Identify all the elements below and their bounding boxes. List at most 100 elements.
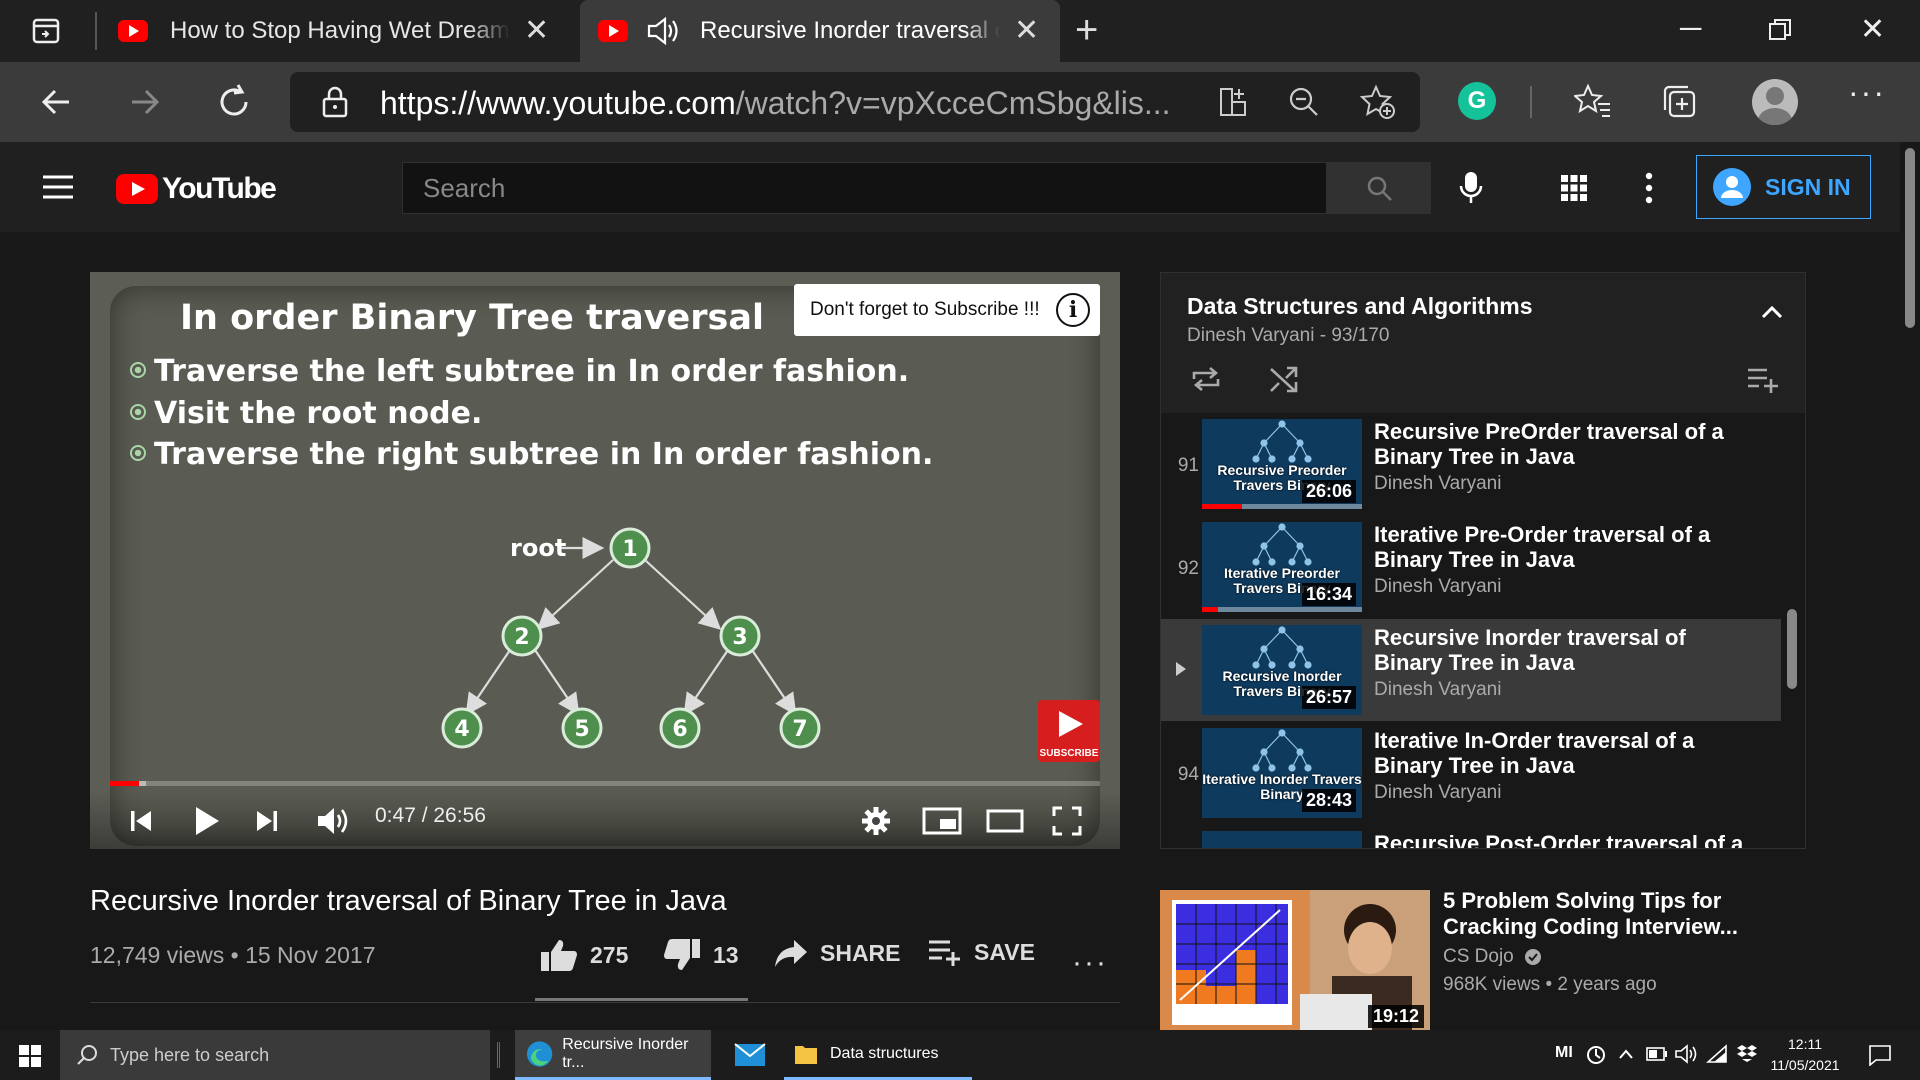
- playlist-item-title[interactable]: Recursive Post-Order traversal of a: [1374, 831, 1744, 848]
- taskbar-app-explorer[interactable]: Data structures: [784, 1030, 972, 1080]
- duration-badge: 16:34: [1301, 583, 1356, 606]
- add-favorite-icon[interactable]: [1360, 84, 1396, 120]
- dislike-button[interactable]: 13: [663, 938, 739, 972]
- play-button-icon[interactable]: [194, 806, 220, 836]
- playlist-item[interactable]: 92 Iterative Preorder Travers Binary 16:…: [1161, 516, 1781, 618]
- zoom-out-icon[interactable]: [1288, 86, 1320, 118]
- url-text[interactable]: https://www.youtube.com/watch?v=vpXcceCm…: [380, 85, 1171, 122]
- settings-more-icon[interactable]: ···: [1848, 74, 1886, 111]
- youtube-logo[interactable]: YouTube: [116, 172, 277, 206]
- playlist-item-thumbnail[interactable]: Recursive Inorder Travers Binary 26:57: [1202, 625, 1362, 715]
- playlist-item-title[interactable]: Iterative In-Order traversal of a Binary…: [1374, 728, 1744, 778]
- microphone-icon[interactable]: [1458, 170, 1484, 206]
- progress-bar[interactable]: [110, 781, 1100, 786]
- playlist-item-thumbnail[interactable]: [1202, 831, 1362, 848]
- recommendation-title[interactable]: 5 Problem Solving Tips for Cracking Codi…: [1443, 888, 1773, 940]
- playlist-item-title[interactable]: Recursive PreOrder traversal of a Binary…: [1374, 419, 1744, 469]
- thumbnail-progress-track: [1202, 607, 1362, 612]
- new-tab-button[interactable]: +: [1075, 10, 1098, 50]
- refresh-icon[interactable]: [212, 80, 256, 124]
- playlist-options-icon[interactable]: [1747, 367, 1781, 393]
- tab-actions-icon[interactable]: [30, 14, 64, 48]
- view-count-date: 12,749 views • 15 Nov 2017: [90, 942, 376, 968]
- save-button[interactable]: SAVE: [928, 938, 1035, 966]
- info-icon[interactable]: i: [1056, 293, 1090, 327]
- dropbox-icon[interactable]: [1736, 1044, 1758, 1064]
- close-tab-icon[interactable]: ✕: [1014, 16, 1039, 46]
- youtube-favicon-icon: [118, 20, 148, 42]
- volume-icon[interactable]: [316, 806, 352, 836]
- lock-icon[interactable]: [320, 85, 350, 119]
- taskbar-search-box[interactable]: Type here to search: [60, 1030, 490, 1080]
- search-button[interactable]: [1327, 162, 1431, 214]
- recommendation-channel[interactable]: CS Dojo: [1443, 946, 1542, 968]
- more-actions-icon[interactable]: ···: [1072, 946, 1108, 980]
- previous-icon[interactable]: [130, 810, 152, 832]
- tab-audio-icon[interactable]: [646, 16, 680, 46]
- playlist-item-title[interactable]: Recursive Inorder traversal of Binary Tr…: [1374, 625, 1744, 675]
- recommendation-thumbnail[interactable]: 19:12: [1160, 890, 1430, 1032]
- more-options-icon[interactable]: [1644, 172, 1654, 204]
- subscribe-reminder-card[interactable]: Don't forget to Subscribe !!! i: [794, 284, 1100, 336]
- windows-start-icon[interactable]: [19, 1045, 41, 1067]
- apps-grid-icon[interactable]: [1560, 174, 1588, 202]
- subscribe-watermark-button[interactable]: SUBSCRIBE: [1038, 700, 1100, 762]
- address-bar[interactable]: https://www.youtube.com/watch?v=vpXcceCm…: [290, 72, 1420, 132]
- apps-add-icon[interactable]: [1218, 86, 1250, 118]
- tab-inorder-traversal[interactable]: Recursive Inorder traversal of Binary Tr…: [580, 0, 1060, 62]
- favorites-icon[interactable]: [1574, 82, 1614, 122]
- next-icon[interactable]: [256, 810, 278, 832]
- profile-avatar[interactable]: [1752, 79, 1798, 125]
- wifi-icon[interactable]: [1706, 1044, 1728, 1064]
- taskbar-app-edge[interactable]: Recursive Inorder tr...: [515, 1030, 711, 1080]
- page-scrollbar-thumb[interactable]: [1905, 148, 1915, 328]
- folder-icon: [795, 1045, 817, 1064]
- tab-wet-dreams[interactable]: How to Stop Having Wet Dreams ✕: [100, 0, 570, 62]
- fullscreen-icon[interactable]: [1052, 806, 1082, 836]
- hamburger-menu-icon[interactable]: [42, 174, 74, 200]
- playlist-item[interactable]: 91 Recursive Preorder Travers Binary 26:…: [1161, 413, 1781, 515]
- close-tab-icon[interactable]: ✕: [524, 16, 549, 46]
- close-window-button[interactable]: ✕: [1860, 12, 1885, 47]
- playlist-item[interactable]: 94 Iterative Inorder Travers Binary 28:4…: [1161, 722, 1781, 824]
- back-arrow-icon[interactable]: [35, 80, 79, 124]
- divider: [90, 1002, 1120, 1003]
- tray-overflow-chevron-icon[interactable]: [1618, 1048, 1634, 1060]
- search-box[interactable]: [402, 162, 1327, 214]
- theater-mode-icon[interactable]: [986, 809, 1024, 833]
- collections-icon[interactable]: [1660, 82, 1700, 122]
- playlist-item-current[interactable]: Recursive Inorder Travers Binary 26:57 R…: [1161, 619, 1781, 721]
- miniplayer-icon[interactable]: [922, 807, 962, 835]
- video-player[interactable]: In order Binary Tree traversal Traverse …: [90, 272, 1120, 849]
- thumbnail-watched-bar: [1202, 607, 1218, 612]
- notifications-icon[interactable]: [1868, 1044, 1892, 1066]
- thumbs-up-icon: [541, 940, 577, 971]
- playlist-item-thumbnail[interactable]: Iterative Preorder Travers Binary 16:34: [1202, 522, 1362, 612]
- dislike-count: 13: [713, 941, 739, 968]
- tray-app-icon[interactable]: MI: [1555, 1044, 1573, 1062]
- thumbnail-watched-bar: [1202, 504, 1242, 509]
- like-button[interactable]: 275: [540, 938, 628, 972]
- playlist-title[interactable]: Data Structures and Algorithms: [1187, 293, 1532, 320]
- collapse-chevron-icon[interactable]: [1761, 305, 1783, 319]
- sign-in-button[interactable]: SIGN IN: [1696, 155, 1871, 219]
- playlist-item-thumbnail[interactable]: Recursive Preorder Travers Binary 26:06: [1202, 419, 1362, 509]
- playlist-item-title[interactable]: Iterative Pre-Order traversal of a Binar…: [1374, 522, 1744, 572]
- speaker-icon[interactable]: [1674, 1044, 1698, 1064]
- shuffle-icon[interactable]: [1269, 365, 1299, 393]
- taskbar-clock[interactable]: 12:11 11/05/2021: [1770, 1034, 1840, 1076]
- battery-icon[interactable]: [1646, 1047, 1668, 1061]
- playlist-scrollbar-thumb[interactable]: [1787, 609, 1797, 689]
- loop-icon[interactable]: [1191, 365, 1221, 393]
- search-input[interactable]: [403, 163, 1326, 213]
- settings-gear-icon[interactable]: [861, 806, 891, 836]
- forward-arrow-icon[interactable]: [122, 80, 166, 124]
- taskbar-app-mail[interactable]: [720, 1030, 780, 1080]
- playlist-item[interactable]: Recursive Post-Order traversal of a: [1161, 825, 1781, 848]
- tray-sync-icon[interactable]: [1586, 1045, 1606, 1065]
- restore-button[interactable]: [1768, 18, 1792, 42]
- playlist-item-thumbnail[interactable]: Iterative Inorder Travers Binary 28:43: [1202, 728, 1362, 818]
- share-button[interactable]: SHARE: [774, 938, 901, 968]
- minimize-button[interactable]: ─: [1680, 12, 1701, 46]
- grammarly-extension-icon[interactable]: G: [1458, 82, 1496, 120]
